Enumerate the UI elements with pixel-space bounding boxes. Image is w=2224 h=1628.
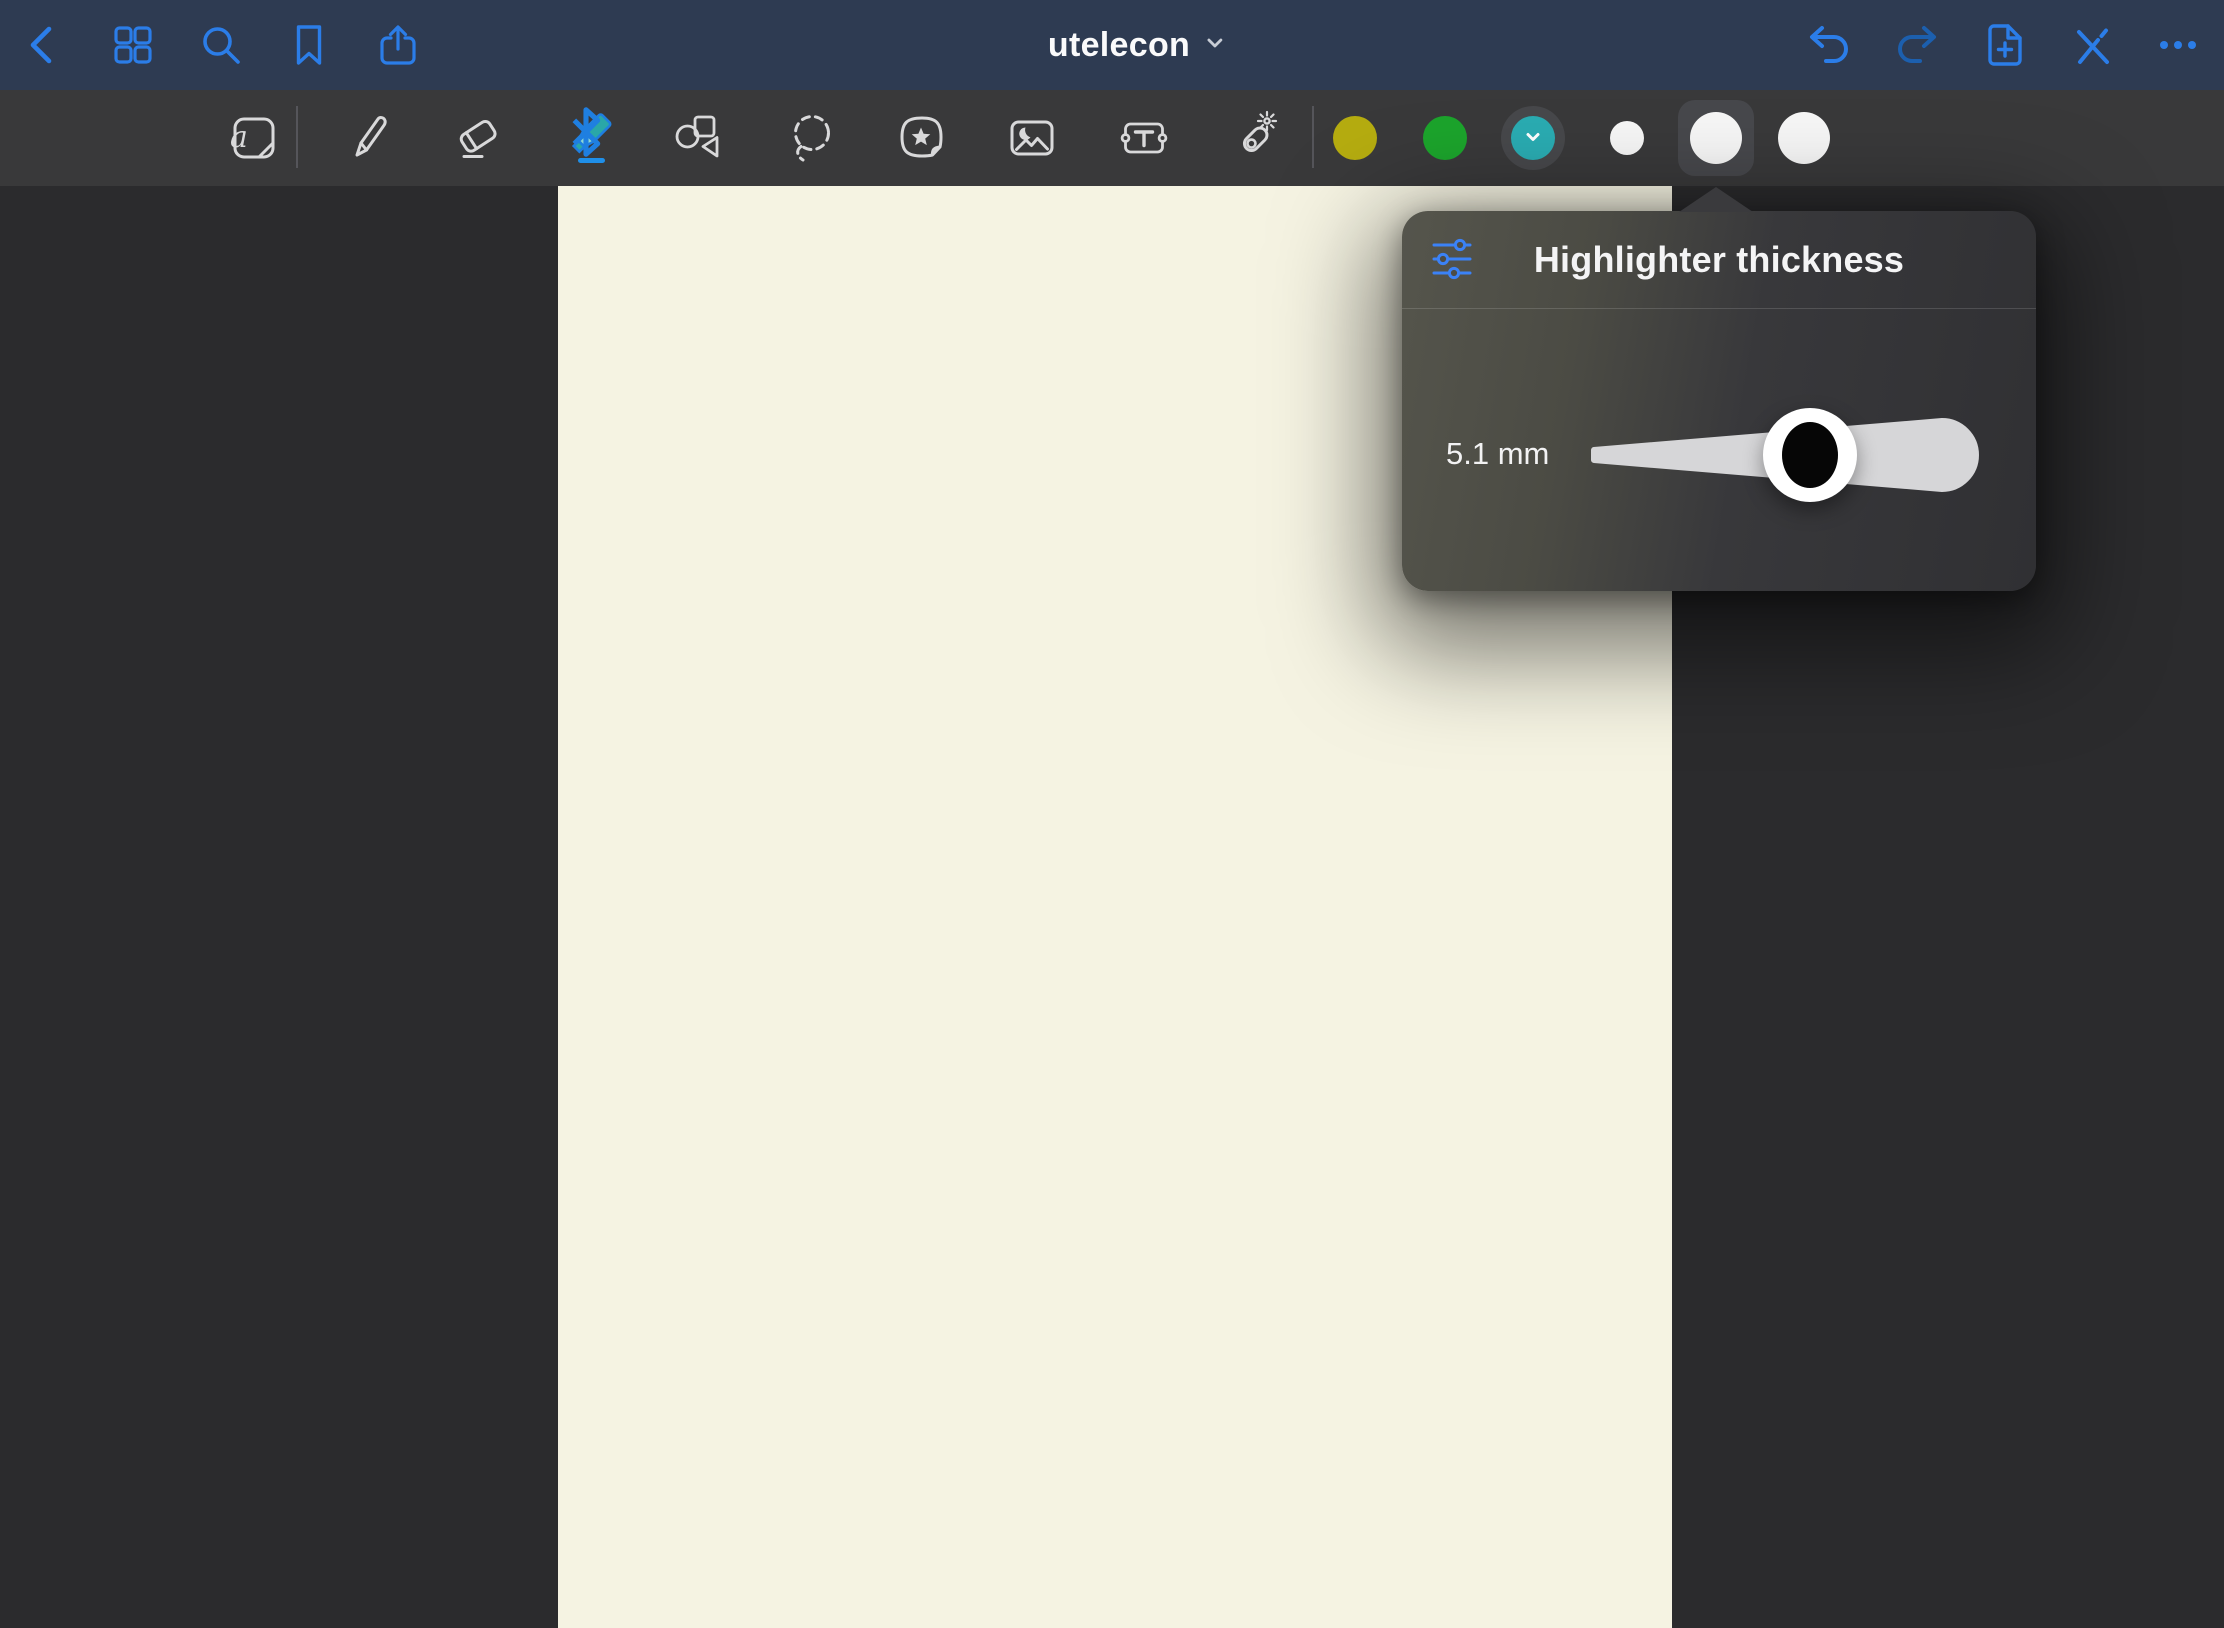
tool-highlighter[interactable] [558, 106, 622, 170]
tool-eraser[interactable] [447, 106, 511, 170]
tool-shapes[interactable] [668, 106, 732, 170]
bookmarks-button[interactable] [281, 17, 337, 73]
tool-text[interactable] [1112, 106, 1176, 170]
popover-arrow [1679, 187, 1753, 212]
zoom-window-icon: a [226, 110, 282, 166]
thickness-small-button[interactable] [1610, 121, 1644, 155]
thickness-slider[interactable] [1590, 407, 1990, 503]
eraser-icon [451, 110, 507, 166]
pages-overview-button[interactable] [105, 17, 161, 73]
lasso-icon [784, 110, 840, 166]
search-icon [197, 21, 245, 69]
app-window: utelecon [0, 0, 2224, 1628]
sticker-star-icon [894, 110, 950, 166]
chevron-down-icon [1520, 124, 1546, 153]
color-swatch-green[interactable] [1423, 116, 1467, 160]
text-icon [1116, 110, 1172, 166]
highlighter-thickness-popover: Highlighter thickness 5.1 mm [1402, 211, 2036, 591]
popover-title: Highlighter thickness [1402, 211, 2036, 308]
top-nav-bar: utelecon [0, 0, 2224, 90]
tool-image[interactable] [1000, 106, 1064, 170]
add-page-icon [1981, 21, 2029, 69]
ellipsis-icon [2154, 21, 2202, 69]
document-title: utelecon [1048, 26, 1190, 65]
redo-button[interactable] [1889, 17, 1945, 73]
pen-crossed-icon [2068, 21, 2116, 69]
redo-icon [1893, 21, 1941, 69]
color-swatch-yellow[interactable] [1333, 116, 1377, 160]
add-page-button[interactable] [1977, 17, 2033, 73]
share-button[interactable] [370, 17, 426, 73]
grid-icon [109, 21, 157, 69]
color-swatch-teal-selected[interactable] [1501, 106, 1565, 170]
share-icon [374, 21, 422, 69]
tools-toolbar: a [0, 90, 2224, 186]
thickness-value-label: 5.1 mm [1446, 436, 1549, 472]
thickness-large-button[interactable] [1778, 112, 1830, 164]
slider-knob[interactable] [1763, 408, 1857, 502]
toolbar-divider [296, 106, 298, 168]
document-title-button[interactable]: utelecon [1048, 0, 1226, 90]
popover-header: Highlighter thickness [1402, 211, 2036, 309]
tool-pen[interactable] [337, 106, 401, 170]
shapes-icon [672, 110, 728, 166]
back-chevron-icon [20, 21, 68, 69]
teal-swatch [1511, 116, 1555, 160]
tool-elements[interactable] [890, 106, 954, 170]
tool-zoom-window[interactable]: a [222, 106, 286, 170]
svg-text:a: a [230, 120, 248, 155]
tool-laser-pointer[interactable] [1223, 106, 1287, 170]
pen-icon [341, 110, 397, 166]
search-button[interactable] [193, 17, 249, 73]
back-button[interactable] [16, 17, 72, 73]
image-icon [1004, 110, 1060, 166]
laser-pointer-icon [1227, 110, 1283, 166]
slider-knob-dot [1782, 422, 1838, 488]
thickness-large-dot [1778, 112, 1830, 164]
thickness-medium-button-selected[interactable] [1678, 100, 1754, 176]
undo-button[interactable] [1801, 17, 1857, 73]
thickness-medium-dot [1690, 112, 1742, 164]
toolbar-divider [1312, 106, 1314, 168]
thickness-small-dot [1610, 121, 1644, 155]
bluetooth-icon [558, 104, 614, 160]
chevron-down-icon [1204, 32, 1226, 59]
read-only-button[interactable] [2064, 17, 2120, 73]
bookmark-icon [285, 21, 333, 69]
tool-lasso[interactable] [780, 106, 844, 170]
undo-icon [1805, 21, 1853, 69]
more-button[interactable] [2150, 17, 2206, 73]
